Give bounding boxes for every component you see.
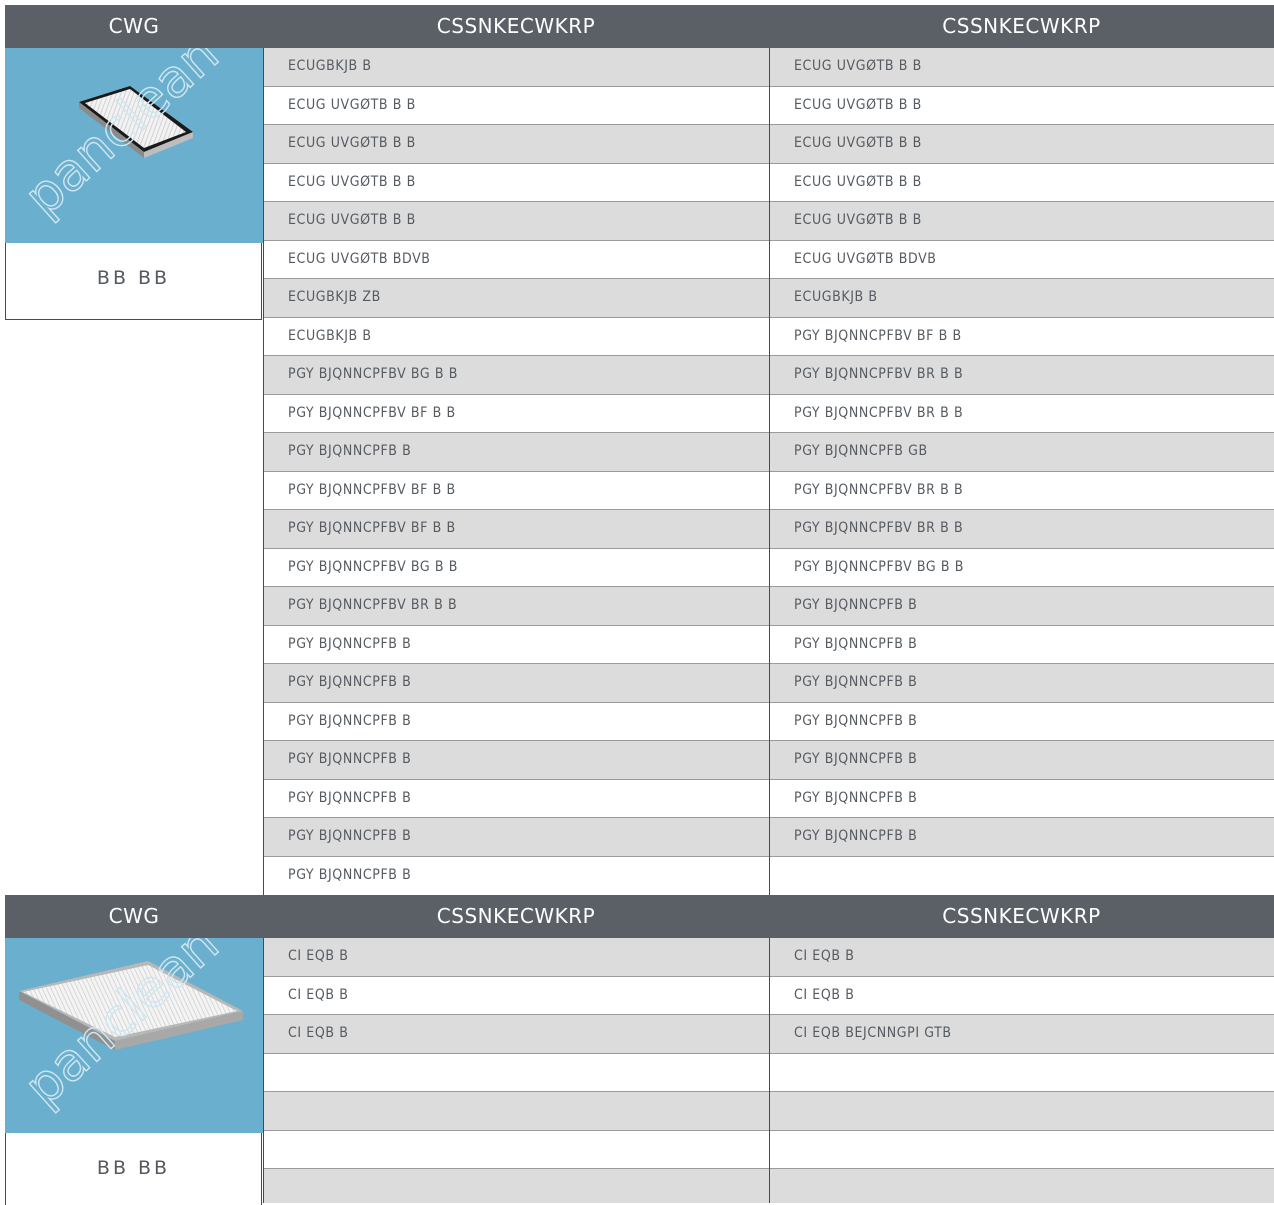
list-item: ECUGBKJB ZB xyxy=(264,279,770,318)
list-item: PGY BJQNNCPFB B xyxy=(264,625,770,664)
list-item xyxy=(264,1130,770,1169)
list-item: PGY BJQNNCPFBV BR B B xyxy=(770,356,1274,395)
list-item: CI EQB B xyxy=(264,1015,770,1054)
table-column-left: CI EQB B CI EQB B CI EQB B xyxy=(263,938,770,1203)
filter-panel-illustration: panclean xyxy=(13,48,231,228)
list-item xyxy=(264,1092,770,1131)
list-item: PGY BJQNNCPFB B xyxy=(770,818,1274,857)
list-item xyxy=(770,856,1274,895)
filter-panel-illustration: panclean xyxy=(13,938,243,1118)
list-item: ECUG UVGØTB B B xyxy=(264,86,770,125)
list-item: ECUG UVGØTB B B xyxy=(770,163,1274,202)
list-item xyxy=(770,1092,1274,1131)
table-column-right: ECUG UVGØTB B B ECUG UVGØTB B B ECUG UVG… xyxy=(769,48,1274,895)
header-cell: CWG xyxy=(108,14,160,38)
table-column-right: CI EQB B CI EQB B CI EQB BEJCNNGPI GTB xyxy=(769,938,1274,1203)
header-cell: CSSNKECWKRP xyxy=(942,14,1101,38)
list-item: CI EQB B xyxy=(770,976,1274,1015)
list-item: ECUG UVGØTB B B xyxy=(770,125,1274,164)
list-item: PGY BJQNNCPFBV BF B B xyxy=(264,510,770,549)
list-item: PGY BJQNNCPFBV BR B B xyxy=(264,587,770,626)
list-item: PGY BJQNNCPFB B xyxy=(264,779,770,818)
header-cell: CSSNKECWKRP xyxy=(436,14,596,38)
list-item: CI EQB BEJCNNGPI GTB xyxy=(770,1015,1274,1054)
list-item: CI EQB B xyxy=(264,938,770,977)
list-item xyxy=(770,1053,1274,1092)
list-item: ECUGBKJB B xyxy=(264,48,770,87)
table-header: CWG CSSNKECWKRP CSSNKECWKRP xyxy=(5,5,1274,48)
header-cell: CWG xyxy=(108,904,160,928)
list-item: PGY BJQNNCPFBV BF B B xyxy=(264,394,770,433)
list-item: ECUG UVGØTB B B xyxy=(770,202,1274,241)
list-item: ECUGBKJB B xyxy=(770,279,1274,318)
image-caption: BB BB xyxy=(5,1133,262,1205)
list-item: ECUG UVGØTB B B xyxy=(264,202,770,241)
list-item: CI EQB B xyxy=(264,976,770,1015)
image-caption: BB BB xyxy=(5,243,262,320)
list-item: PGY BJQNNCPFB B xyxy=(264,818,770,857)
svg-text:panclean: panclean xyxy=(14,48,231,228)
product-section-2: CWG CSSNKECWKRP CSSNKECWKRP panclean BB … xyxy=(5,895,1274,1205)
table-column-left: ECUGBKJB B ECUG UVGØTB B B ECUG UVGØTB B… xyxy=(263,48,770,895)
list-item: PGY BJQNNCPFBV BG B B xyxy=(264,548,770,587)
list-item: ECUG UVGØTB B B xyxy=(770,48,1274,87)
list-item: PGY BJQNNCPFB B xyxy=(770,702,1274,741)
watermark-text: panclean xyxy=(13,48,231,228)
list-item xyxy=(264,1053,770,1092)
list-item: PGY BJQNNCPFB B xyxy=(264,856,770,895)
list-item xyxy=(264,1169,770,1203)
header-cell: CSSNKECWKRP xyxy=(436,904,596,928)
list-item: ECUG UVGØTB BDVB xyxy=(770,240,1274,279)
list-item: PGY BJQNNCPFBV BF B B xyxy=(770,317,1274,356)
list-item xyxy=(770,1130,1274,1169)
list-item: PGY BJQNNCPFB B xyxy=(264,664,770,703)
header-cell: CSSNKECWKRP xyxy=(942,904,1101,928)
table-header: CWG CSSNKECWKRP CSSNKECWKRP xyxy=(5,895,1274,938)
list-item: CI EQB B xyxy=(770,938,1274,977)
list-item xyxy=(770,1169,1274,1203)
list-item: ECUG UVGØTB B B xyxy=(264,163,770,202)
product-image: panclean xyxy=(5,938,263,1133)
list-item: PGY BJQNNCPFBV BR B B xyxy=(770,471,1274,510)
list-item: PGY BJQNNCPFBV BF B B xyxy=(264,471,770,510)
list-item: PGY BJQNNCPFB B xyxy=(770,779,1274,818)
list-item: PGY BJQNNCPFBV BG B B xyxy=(770,548,1274,587)
list-item: PGY BJQNNCPFB B xyxy=(770,741,1274,780)
list-item: ECUG UVGØTB B B xyxy=(264,125,770,164)
list-item: ECUG UVGØTB BDVB xyxy=(264,240,770,279)
product-image: panclean xyxy=(5,48,263,243)
list-item: PGY BJQNNCPFB B xyxy=(770,587,1274,626)
list-item: ECUG UVGØTB B B xyxy=(770,86,1274,125)
list-item: PGY BJQNNCPFBV BR B B xyxy=(770,510,1274,549)
list-item: PGY BJQNNCPFB GB xyxy=(770,433,1274,472)
list-item: PGY BJQNNCPFB B xyxy=(770,664,1274,703)
list-item: PGY BJQNNCPFBV BR B B xyxy=(770,394,1274,433)
list-item: PGY BJQNNCPFB B xyxy=(264,741,770,780)
list-item: PGY BJQNNCPFBV BG B B xyxy=(264,356,770,395)
list-item: PGY BJQNNCPFB B xyxy=(264,702,770,741)
product-section-1: CWG CSSNKECWKRP CSSNKECWKRP panclean BB … xyxy=(5,5,1274,895)
list-item: PGY BJQNNCPFB B xyxy=(770,625,1274,664)
list-item: ECUGBKJB B xyxy=(264,317,770,356)
list-item: PGY BJQNNCPFB B xyxy=(264,433,770,472)
